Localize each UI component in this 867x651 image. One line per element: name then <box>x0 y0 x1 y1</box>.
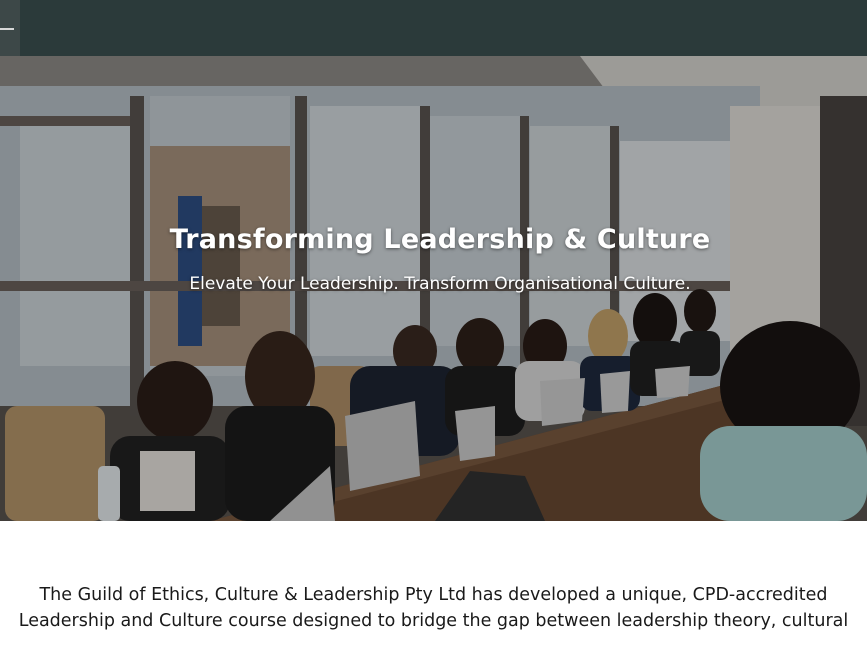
hero-title: Transforming Leadership & Culture <box>169 224 711 255</box>
hero-banner: Transforming Leadership & Culture Elevat… <box>0 56 867 521</box>
intro-paragraph: The Guild of Ethics, Culture & Leadershi… <box>0 582 867 634</box>
hamburger-menu-icon <box>0 28 14 30</box>
menu-toggle-button[interactable] <box>0 0 20 56</box>
intro-text-line-1: The Guild of Ethics, Culture & Leadershi… <box>39 585 828 605</box>
page: Transforming Leadership & Culture Elevat… <box>0 0 867 651</box>
top-navigation-bar <box>0 0 867 56</box>
intro-text-line-2: Leadership and Culture course designed t… <box>18 611 849 631</box>
hero-subtitle: Elevate Your Leadership. Transform Organ… <box>189 274 691 294</box>
